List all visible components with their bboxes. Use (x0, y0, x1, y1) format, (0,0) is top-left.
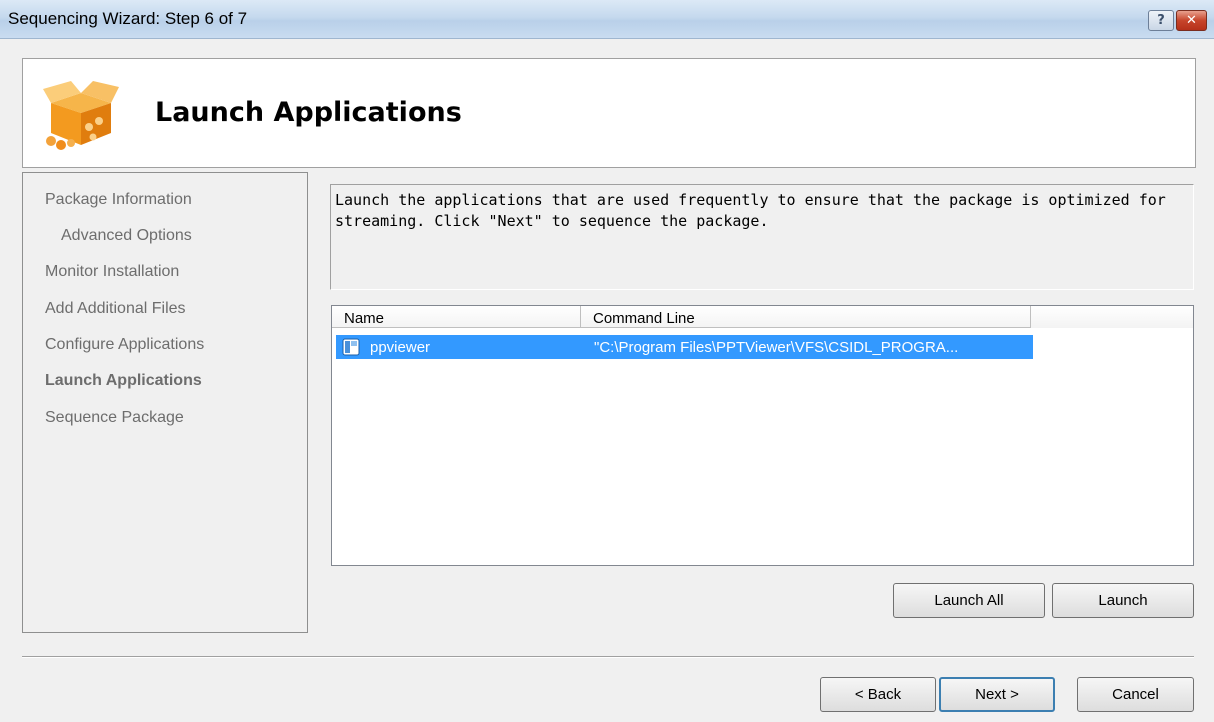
page-title: Launch Applications (155, 97, 462, 128)
next-button[interactable]: Next > (939, 677, 1055, 712)
list-header: Name Command Line (332, 306, 1193, 328)
applications-list[interactable]: Name Command Line ppviewer "C:\Program F… (331, 305, 1194, 566)
help-button[interactable]: ? (1148, 10, 1174, 31)
step-configure-applications: Configure Applications (45, 336, 205, 353)
step-launch-applications: Launch Applications (45, 372, 202, 389)
step-monitor-installation: Monitor Installation (45, 263, 180, 280)
back-button[interactable]: < Back (820, 677, 936, 712)
launch-all-button[interactable]: Launch All (893, 583, 1045, 618)
footer-divider (22, 656, 1194, 658)
instructions-text: Launch the applications that are used fr… (330, 184, 1194, 290)
list-item[interactable]: ppviewer "C:\Program Files\PPTViewer\VFS… (336, 335, 1033, 359)
step-sequence-package: Sequence Package (45, 409, 184, 426)
package-box-icon (41, 75, 127, 156)
item-command-line: "C:\Program Files\PPTViewer\VFS\CSIDL_PR… (594, 339, 959, 356)
window-title: Sequencing Wizard: Step 6 of 7 (8, 9, 248, 28)
column-header-command-line[interactable]: Command Line (581, 306, 1031, 328)
title-bar: Sequencing Wizard: Step 6 of 7 ? ✕ (0, 0, 1214, 39)
wizard-header: Launch Applications (22, 58, 1196, 168)
step-advanced-options: Advanced Options (61, 227, 192, 244)
column-header-name[interactable]: Name (332, 306, 581, 328)
close-button[interactable]: ✕ (1176, 10, 1207, 31)
step-package-information: Package Information (45, 191, 192, 208)
application-icon (342, 338, 360, 360)
cancel-button[interactable]: Cancel (1077, 677, 1194, 712)
wizard-steps-panel: Package Information Advanced Options Mon… (22, 172, 308, 633)
launch-button[interactable]: Launch (1052, 583, 1194, 618)
item-name: ppviewer (370, 339, 431, 356)
step-add-additional-files: Add Additional Files (45, 300, 186, 317)
